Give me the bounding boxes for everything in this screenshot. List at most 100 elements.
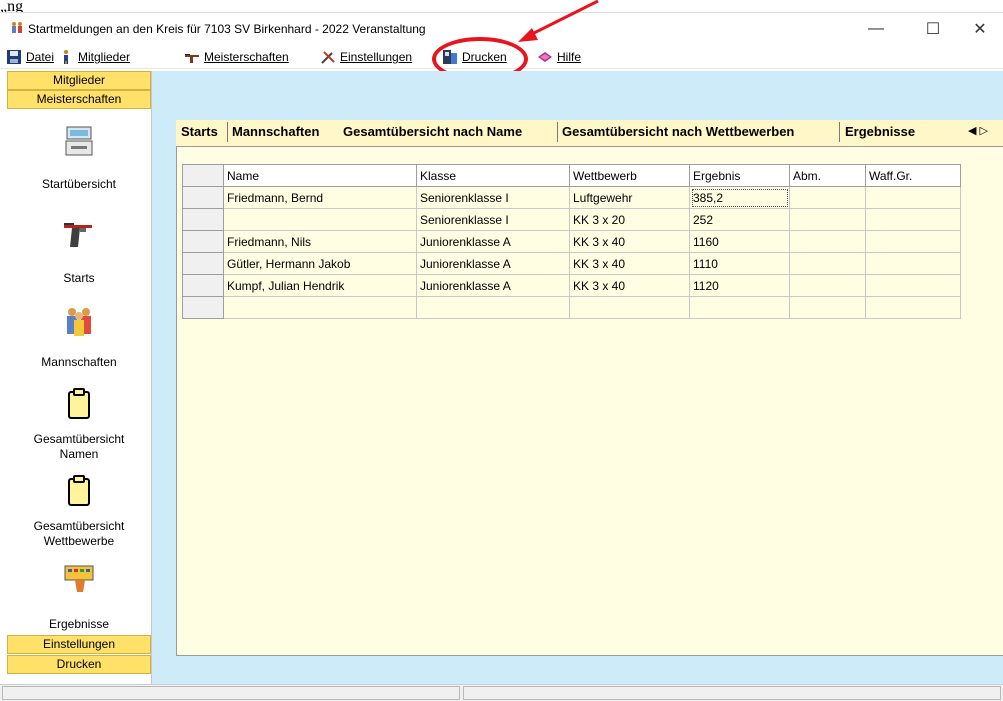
- tab-separator: [557, 122, 558, 142]
- pistol-icon[interactable]: [62, 219, 94, 251]
- column-header-waffengruppe[interactable]: Waff.Gr.: [865, 164, 961, 187]
- cell-abm[interactable]: [789, 274, 866, 297]
- menu-datei-label: Datei: [26, 50, 55, 64]
- close-button[interactable]: ✕: [957, 12, 1003, 46]
- cell-name[interactable]: [223, 296, 417, 319]
- menu-datei[interactable]: Datei: [6, 47, 54, 67]
- cell-ergebnis[interactable]: 1160: [689, 230, 790, 253]
- cell-wettbewerb[interactable]: [569, 296, 690, 319]
- cell-ergebnis[interactable]: [689, 296, 790, 319]
- column-header-wettbewerb[interactable]: Wettbewerb: [569, 164, 690, 187]
- table-row[interactable]: Gütler, Hermann Jakob Juniorenklasse A K…: [182, 252, 961, 275]
- table-row[interactable]: Friedmann, Bernd Seniorenklasse I Luftge…: [182, 186, 961, 209]
- window-title: Startmeldungen an den Kreis für 7103 SV …: [28, 22, 426, 36]
- column-header-ergebnis[interactable]: Ergebnis: [689, 164, 790, 187]
- team-people-icon[interactable]: [63, 306, 95, 338]
- cell-abm[interactable]: [789, 296, 866, 319]
- nav-item-gesamt-wettbewerbe-line1[interactable]: Gesamtübersicht: [7, 519, 151, 534]
- nav-item-gesamt-namen-line1[interactable]: Gesamtübersicht: [7, 432, 151, 447]
- cell-wettbewerb[interactable]: KK 3 x 40: [569, 252, 690, 275]
- cell-waffengruppe[interactable]: [865, 296, 961, 319]
- row-selector[interactable]: [182, 296, 224, 319]
- cell-name[interactable]: Kumpf, Julian Hendrik: [223, 274, 417, 297]
- cell-waffengruppe[interactable]: [865, 208, 961, 231]
- left-navigation: [7, 71, 152, 688]
- status-panel: [463, 686, 1001, 700]
- cell-waffengruppe[interactable]: [865, 252, 961, 275]
- nav-item-gesamt-namen-line2[interactable]: Namen: [7, 447, 151, 462]
- nav-item-starts[interactable]: Starts: [7, 271, 151, 286]
- table-row-empty[interactable]: [182, 296, 961, 319]
- cell-klasse[interactable]: Juniorenklasse A: [416, 230, 570, 253]
- tab-scroll-arrows[interactable]: ◀ ▷: [968, 124, 988, 137]
- nav-header-meisterschaften[interactable]: Meisterschaften: [7, 90, 151, 109]
- nav-item-gesamt-wettbewerbe-line2[interactable]: Wettbewerbe: [7, 534, 151, 549]
- menu-meisterschaften[interactable]: Meisterschaften: [184, 47, 289, 67]
- cell-ergebnis[interactable]: 385,2: [689, 186, 790, 209]
- cell-waffengruppe[interactable]: [865, 186, 961, 209]
- clipboard-icon[interactable]: [63, 475, 95, 507]
- row-selector[interactable]: [182, 186, 224, 209]
- nav-header-mitglieder[interactable]: Mitglieder: [7, 71, 151, 90]
- cell-abm[interactable]: [789, 252, 866, 275]
- table-row[interactable]: Seniorenklasse I KK 3 x 20 252: [182, 208, 961, 231]
- menu-hilfe-label: Hilfe: [557, 50, 582, 64]
- tools-icon: [321, 51, 335, 64]
- cell-wettbewerb[interactable]: KK 3 x 20: [569, 208, 690, 231]
- maximize-button[interactable]: ☐: [910, 12, 956, 46]
- cell-waffengruppe[interactable]: [865, 230, 961, 253]
- column-header-name[interactable]: Name: [223, 164, 417, 187]
- cell-name[interactable]: Friedmann, Bernd: [223, 186, 417, 209]
- results-grid[interactable]: Name Klasse Wettbewerb Ergebnis Abm. Waf…: [182, 164, 961, 319]
- cell-klasse[interactable]: Juniorenklasse A: [416, 252, 570, 275]
- tab-ergebnisse[interactable]: Ergebnisse: [845, 124, 915, 139]
- nav-item-ergebnisse[interactable]: Ergebnisse: [7, 617, 151, 632]
- cell-klasse[interactable]: [416, 296, 570, 319]
- row-selector[interactable]: [182, 274, 224, 297]
- cell-ergebnis[interactable]: 1120: [689, 274, 790, 297]
- cell-abm[interactable]: [789, 186, 866, 209]
- row-selector[interactable]: [182, 208, 224, 231]
- menu-einstellungen-label: Einstellungen: [340, 50, 413, 64]
- tab-gesamt-wettbewerben[interactable]: Gesamtübersicht nach Wettbewerben: [562, 124, 794, 139]
- overview-monitor-icon[interactable]: [63, 125, 95, 157]
- cell-klasse[interactable]: Juniorenklasse A: [416, 274, 570, 297]
- cell-waffengruppe[interactable]: [865, 274, 961, 297]
- tab-starts[interactable]: Starts: [181, 124, 218, 139]
- cell-klasse[interactable]: Seniorenklasse I: [416, 208, 570, 231]
- app-people-icon: [12, 22, 22, 33]
- menu-einstellungen[interactable]: Einstellungen: [320, 47, 412, 67]
- cell-ergebnis[interactable]: 252: [689, 208, 790, 231]
- row-selector[interactable]: [182, 252, 224, 275]
- menu-drucken[interactable]: Drucken: [442, 47, 507, 67]
- menu-mitglieder-label: Mitglieder: [78, 50, 131, 64]
- cell-abm[interactable]: [789, 230, 866, 253]
- grid-corner-cell[interactable]: [182, 164, 224, 187]
- menu-mitglieder[interactable]: Mitglieder: [58, 47, 130, 67]
- rifle-icon: [185, 54, 199, 63]
- clipboard-icon[interactable]: [63, 388, 95, 420]
- menu-hilfe[interactable]: Hilfe: [537, 47, 581, 67]
- tab-mannschaften[interactable]: Mannschaften: [232, 124, 319, 139]
- nav-header-einstellungen[interactable]: Einstellungen: [7, 635, 151, 654]
- cell-name[interactable]: [223, 208, 417, 231]
- cell-name[interactable]: Gütler, Hermann Jakob: [223, 252, 417, 275]
- minimize-button[interactable]: —: [853, 12, 899, 46]
- cell-ergebnis[interactable]: 1110: [689, 252, 790, 275]
- nav-item-startuebersicht[interactable]: Startübersicht: [7, 177, 151, 192]
- column-header-abm[interactable]: Abm.: [789, 164, 866, 187]
- cell-wettbewerb[interactable]: Luftgewehr: [569, 186, 690, 209]
- table-row[interactable]: Kumpf, Julian Hendrik Juniorenklasse A K…: [182, 274, 961, 297]
- tab-gesamt-name[interactable]: Gesamtübersicht nach Name: [343, 124, 522, 139]
- column-header-klasse[interactable]: Klasse: [416, 164, 570, 187]
- cell-name[interactable]: Friedmann, Nils: [223, 230, 417, 253]
- cell-abm[interactable]: [789, 208, 866, 231]
- cell-wettbewerb[interactable]: KK 3 x 40: [569, 274, 690, 297]
- row-selector[interactable]: [182, 230, 224, 253]
- cell-wettbewerb[interactable]: KK 3 x 40: [569, 230, 690, 253]
- table-row[interactable]: Friedmann, Nils Juniorenklasse A KK 3 x …: [182, 230, 961, 253]
- nav-item-mannschaften[interactable]: Mannschaften: [7, 355, 151, 370]
- cell-klasse[interactable]: Seniorenklasse I: [416, 186, 570, 209]
- results-keyboard-icon[interactable]: [63, 562, 95, 594]
- nav-header-drucken[interactable]: Drucken: [7, 655, 151, 674]
